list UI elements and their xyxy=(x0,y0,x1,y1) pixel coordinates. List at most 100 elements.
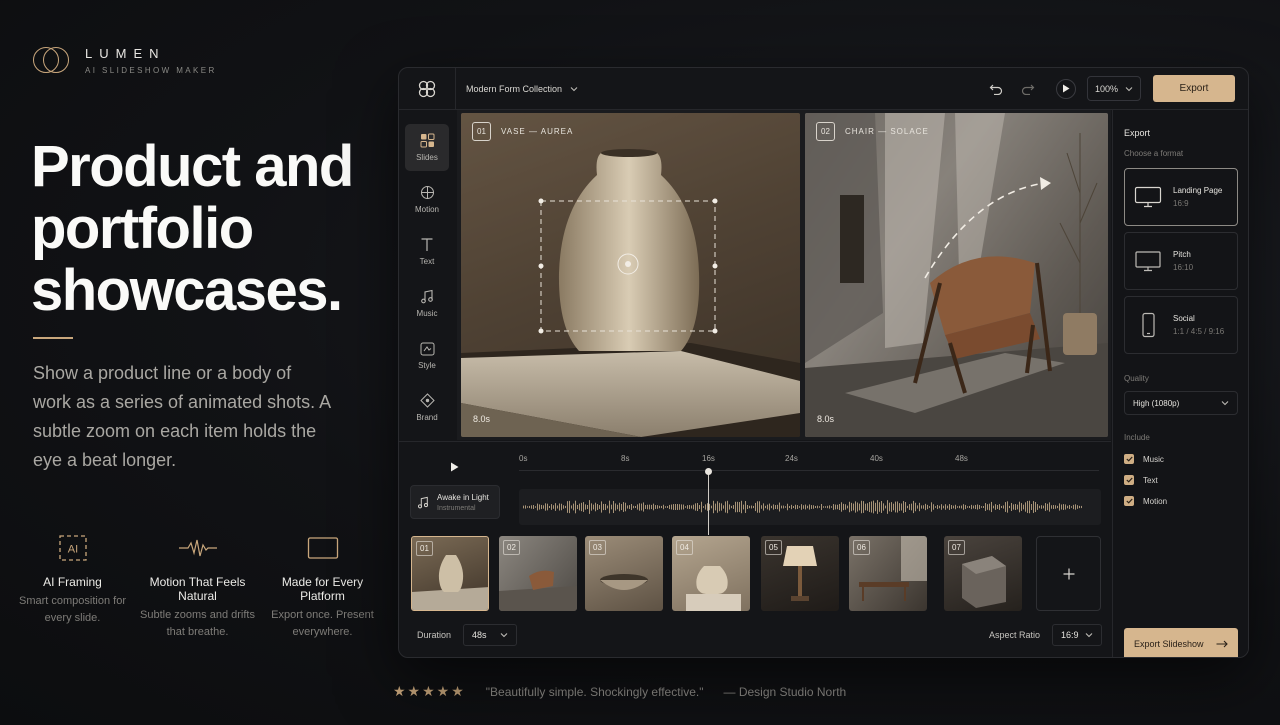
tool-label: Slides xyxy=(416,153,438,162)
music-note-icon xyxy=(417,496,429,508)
audio-track[interactable]: Awake in Light Instrumental xyxy=(410,485,500,519)
format-name: Social xyxy=(1173,314,1195,323)
music-note-icon xyxy=(421,289,433,304)
playhead[interactable] xyxy=(705,468,712,535)
include-music-checkbox[interactable]: Music xyxy=(1124,454,1239,464)
feature-title: AI Framing xyxy=(43,575,102,589)
tool-label: Text xyxy=(419,257,435,266)
thumbnail-number: 02 xyxy=(503,540,520,555)
tool-text[interactable]: Text xyxy=(405,228,449,275)
hero-subcopy: Show a product line or a body of work as… xyxy=(33,363,331,470)
timeline: 0s 8s 16s 24s 40s 48s Awake in Light Ins… xyxy=(399,441,1111,657)
rating-stars-icon: ★★★★★ xyxy=(393,683,466,699)
tool-slides[interactable]: Slides xyxy=(405,124,449,171)
slide-vase[interactable]: 01 VASE — AUREA 8.0s xyxy=(461,113,800,437)
time-tick: 24s xyxy=(785,454,798,463)
tool-rail: Slides Motion Text Music Style Brand xyxy=(399,111,455,441)
time-ruler xyxy=(519,470,1099,471)
feature-desc: Subtle zooms and drifts that breathe. xyxy=(140,609,255,638)
phone-icon xyxy=(1142,312,1155,338)
brand-name: LUMEN xyxy=(85,45,166,61)
chevron-down-icon xyxy=(1125,86,1133,91)
duration-label: Duration xyxy=(417,630,452,640)
screen-frame-icon xyxy=(260,533,385,563)
format-name: Pitch xyxy=(1173,250,1191,259)
format-ratio: 16:10 xyxy=(1173,263,1194,272)
presentation-icon xyxy=(1135,251,1161,272)
testimonial-quote: "Beautifully simple. Shockingly effectiv… xyxy=(485,684,704,699)
crosshair-icon xyxy=(420,186,434,199)
feature-list: AI AI Framing Smart composition for ever… xyxy=(10,533,385,641)
zoom-value: 100% xyxy=(1095,83,1119,94)
include-text-checkbox[interactable]: Text xyxy=(1124,475,1239,485)
format-social[interactable]: Social 1:1 / 4:5 / 9:16 xyxy=(1124,296,1238,354)
slide-thumbnails: 01 02 03 04 05 06 07 xyxy=(411,536,1103,612)
tool-motion[interactable]: Motion xyxy=(405,176,449,223)
thumbnail-01[interactable]: 01 xyxy=(411,536,489,611)
thumbnail-06[interactable]: 06 xyxy=(849,536,927,611)
export-slideshow-button[interactable]: Export Slideshow xyxy=(1124,628,1238,657)
redo-icon[interactable] xyxy=(1017,78,1039,100)
accent-divider xyxy=(33,337,73,339)
tool-style[interactable]: Style xyxy=(405,332,449,379)
topbar-actions: 100% Export xyxy=(985,75,1235,102)
format-pitch[interactable]: Pitch 16:10 xyxy=(1124,232,1238,290)
style-icon xyxy=(420,342,434,355)
audio-waveform[interactable] xyxy=(519,489,1101,525)
timeline-footer: Duration 48s Aspect Ratio 16:9 xyxy=(417,623,1102,647)
tool-brand[interactable]: Brand xyxy=(405,384,449,431)
slide-badge: 01 VASE — AUREA xyxy=(472,122,573,141)
thumbnail-number: 07 xyxy=(948,540,965,555)
aspect-ratio-select[interactable]: 16:9 xyxy=(1052,624,1102,646)
ai-frame-icon: AI xyxy=(10,533,135,563)
include-item-label: Motion xyxy=(1143,496,1168,506)
monitor-icon xyxy=(1134,186,1162,208)
testimonial-author: — Design Studio North xyxy=(723,684,847,699)
arrow-right-icon xyxy=(1216,640,1228,648)
app-logo-icon[interactable] xyxy=(399,79,455,99)
format-landing-page[interactable]: Landing Page 16:9 xyxy=(1124,168,1238,226)
feature-desc: Smart composition for every slide. xyxy=(19,595,126,624)
hero-headline: Product and portfolio showcases. xyxy=(31,134,354,323)
checkmark-icon xyxy=(1124,496,1134,506)
play-icon xyxy=(450,462,458,472)
include-motion-checkbox[interactable]: Motion xyxy=(1124,496,1239,506)
vase-photo xyxy=(461,113,800,437)
feature-ai-framing: AI AI Framing Smart composition for ever… xyxy=(10,533,135,641)
app-window: Modern Form Collection 100% Export Slide… xyxy=(398,67,1249,658)
zoom-select[interactable]: 100% xyxy=(1087,76,1141,101)
panel-title: Export xyxy=(1124,128,1151,138)
duration-select[interactable]: 48s xyxy=(463,624,518,646)
timeline-play-button[interactable] xyxy=(444,457,464,477)
chevron-down-icon xyxy=(500,633,508,638)
chevron-down-icon xyxy=(1085,633,1093,638)
project-name-dropdown[interactable]: Modern Form Collection xyxy=(455,68,578,110)
time-tick: 40s xyxy=(870,454,883,463)
slide-label: CHAIR — SOLACE xyxy=(845,127,929,136)
feature-title: Motion That Feels Natural xyxy=(149,575,246,603)
undo-icon[interactable] xyxy=(985,78,1007,100)
quality-select[interactable]: High (1080p) xyxy=(1124,391,1238,415)
tool-music[interactable]: Music xyxy=(405,280,449,327)
plus-icon xyxy=(1063,568,1074,579)
thumbnail-03[interactable]: 03 xyxy=(585,536,663,611)
project-name: Modern Form Collection xyxy=(466,83,563,94)
feature-platform: Made for Every Platform Export once. Pre… xyxy=(260,533,385,641)
thumbnail-02[interactable]: 02 xyxy=(499,536,577,611)
slide-chair[interactable]: 02 CHAIR — SOLACE 8.0s xyxy=(805,113,1108,437)
slide-duration: 8.0s xyxy=(817,414,835,424)
play-icon xyxy=(1056,78,1076,99)
include-item-label: Text xyxy=(1143,475,1158,485)
add-slide-button[interactable] xyxy=(1036,536,1101,611)
thumbnail-05[interactable]: 05 xyxy=(761,536,839,611)
preview-play-button[interactable] xyxy=(1055,78,1077,100)
thumbnail-04[interactable]: 04 xyxy=(672,536,750,611)
export-button[interactable]: Export xyxy=(1153,75,1235,102)
thumbnail-07[interactable]: 07 xyxy=(944,536,1022,611)
feature-title: Made for Every Platform xyxy=(281,575,364,603)
brand: LUMEN AI SLIDESHOW MAKER xyxy=(33,45,217,75)
slide-label: VASE — AUREA xyxy=(501,127,574,136)
chair-photo xyxy=(805,113,1108,437)
choose-format-label: Choose a format xyxy=(1124,149,1184,158)
thumbnail-number: 04 xyxy=(676,540,693,555)
